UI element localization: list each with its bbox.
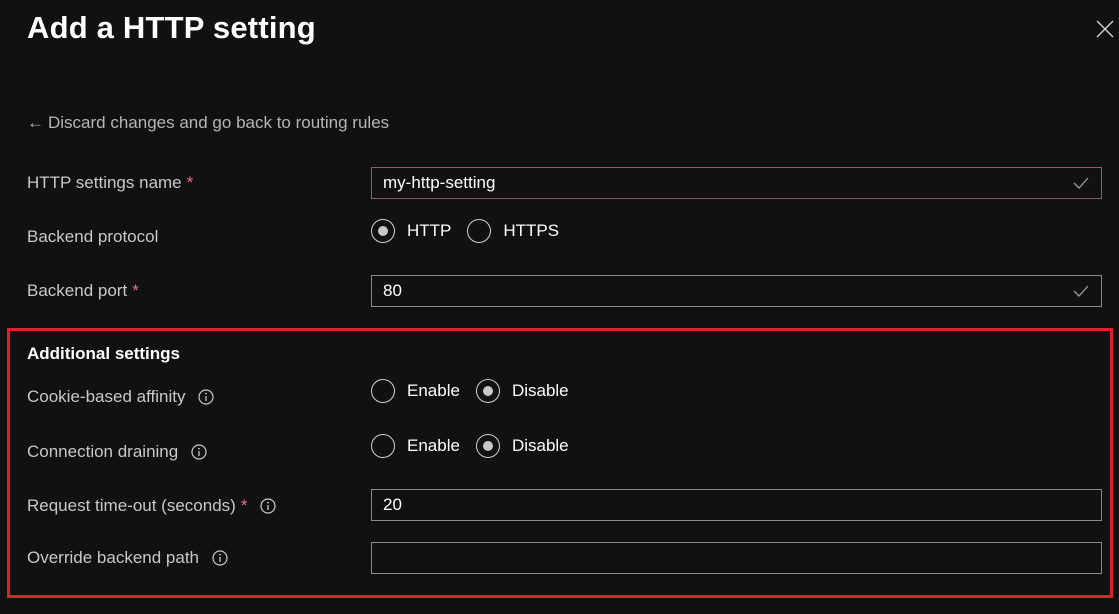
settings-name-value: my-http-setting	[383, 173, 496, 192]
radio-https[interactable]: HTTPS	[467, 219, 559, 243]
radio-http-circle	[371, 219, 395, 243]
backend-port-input[interactable]: 80	[371, 275, 1102, 307]
backend-protocol-radio-group: HTTP HTTPS	[371, 219, 575, 243]
radio-cookie-disable[interactable]: Disable	[475, 379, 569, 403]
cookie-affinity-label-text: Cookie-based affinity	[27, 387, 186, 406]
radio-cookie-enable-circle	[371, 379, 395, 403]
info-icon[interactable]	[198, 389, 215, 405]
page-title: Add a HTTP setting	[27, 10, 316, 45]
cookie-affinity-label: Cookie-based affinity	[27, 387, 215, 407]
info-icon[interactable]	[260, 498, 277, 514]
settings-name-label-text: HTTP settings name	[27, 173, 182, 192]
radio-draining-enable-label: Enable	[407, 436, 460, 455]
backend-protocol-label-text: Backend protocol	[27, 227, 159, 246]
discard-changes-link[interactable]: ← Discard changes and go back to routing…	[27, 113, 389, 133]
info-icon[interactable]	[212, 550, 228, 566]
required-marker: *	[132, 281, 139, 300]
cookie-affinity-radio-group: Enable Disable	[371, 379, 585, 403]
backend-port-label: Backend port *	[27, 281, 139, 301]
radio-https-label: HTTPS	[503, 221, 560, 240]
radio-draining-disable-circle	[475, 434, 500, 458]
close-button[interactable]	[1094, 18, 1116, 40]
checkmark-icon	[1073, 285, 1089, 297]
backend-port-value: 80	[383, 281, 402, 300]
connection-draining-label-text: Connection draining	[27, 442, 179, 461]
close-icon	[1096, 20, 1114, 38]
radio-cookie-enable-label: Enable	[407, 381, 460, 400]
http-setting-panel: Add a HTTP setting ← Discard changes and…	[0, 0, 1119, 614]
request-timeout-value: 20	[383, 495, 402, 514]
radio-http-label: HTTP	[407, 221, 452, 240]
radio-draining-disable[interactable]: Disable	[475, 434, 569, 458]
request-timeout-label: Request time-out (seconds) *	[27, 496, 277, 516]
request-timeout-input[interactable]: 20	[371, 489, 1102, 521]
radio-http[interactable]: HTTP	[371, 219, 451, 243]
backend-port-label-text: Backend port	[27, 281, 128, 300]
backend-protocol-label: Backend protocol	[27, 227, 158, 247]
additional-settings-heading: Additional settings	[27, 344, 180, 363]
arrow-left-icon: ←	[27, 113, 44, 132]
override-path-input[interactable]	[371, 542, 1102, 574]
radio-cookie-disable-circle	[475, 379, 500, 403]
request-timeout-label-text: Request time-out (seconds)	[27, 496, 236, 515]
checkmark-icon	[1073, 177, 1089, 189]
required-marker: *	[240, 496, 248, 515]
connection-draining-radio-group: Enable Disable	[371, 434, 585, 458]
info-icon[interactable]	[191, 444, 207, 460]
settings-name-label: HTTP settings name *	[27, 173, 193, 193]
radio-draining-enable[interactable]: Enable	[371, 434, 460, 458]
settings-name-input[interactable]: my-http-setting	[371, 167, 1102, 199]
discard-changes-label: Discard changes and go back to routing r…	[48, 113, 390, 132]
required-marker: *	[186, 173, 194, 192]
connection-draining-label: Connection draining	[27, 442, 207, 462]
radio-cookie-disable-label: Disable	[511, 381, 569, 400]
radio-draining-disable-label: Disable	[511, 436, 569, 455]
override-path-label: Override backend path	[27, 548, 228, 568]
radio-cookie-enable[interactable]: Enable	[371, 379, 460, 403]
radio-https-circle	[467, 219, 492, 243]
radio-draining-enable-circle	[371, 434, 395, 458]
override-path-label-text: Override backend path	[27, 548, 199, 567]
